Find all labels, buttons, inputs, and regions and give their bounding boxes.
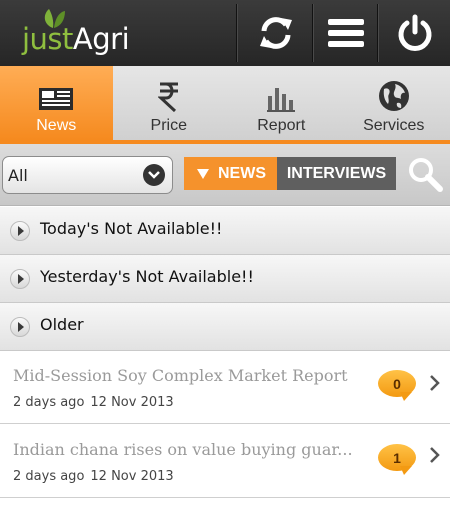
bar-chart-icon — [267, 88, 296, 112]
tab-news[interactable]: News — [0, 66, 113, 140]
logo-text-agri: Agri — [72, 22, 130, 56]
section-today[interactable]: Today's Not Available!! — [0, 207, 450, 255]
power-icon — [398, 14, 432, 51]
article-date: 12 Nov 2013 — [90, 395, 174, 410]
newspaper-icon — [39, 88, 74, 110]
article-meta: 2 days ago 12 Nov 2013 — [13, 469, 174, 484]
speech-bubble-tail — [400, 466, 412, 475]
globe-icon — [378, 81, 409, 111]
tab-label: Services — [363, 117, 425, 134]
refresh-icon — [259, 17, 292, 49]
article-age: 2 days ago — [13, 395, 85, 410]
chevron-right-icon — [430, 447, 440, 463]
category-select[interactable]: All — [2, 156, 173, 194]
app-header: justAgri — [0, 0, 450, 66]
chevron-right-icon — [430, 375, 440, 391]
news-toggle-label: NEWS — [218, 164, 266, 182]
article-item[interactable]: Mid-Session Soy Complex Market Report 2 … — [0, 351, 450, 424]
power-button[interactable] — [380, 0, 450, 66]
section-label: Yesterday's Not Available!! — [40, 267, 254, 286]
expand-arrow-icon — [10, 269, 30, 289]
search-button[interactable] — [408, 157, 444, 193]
comment-count-badge: 0 — [378, 370, 416, 401]
refresh-button[interactable] — [239, 0, 312, 66]
rupee-icon — [157, 82, 178, 112]
section-label: Today's Not Available!! — [40, 219, 223, 238]
tab-report[interactable]: Report — [225, 66, 338, 140]
article-item[interactable]: Indian chana rises on value buying guar.… — [0, 425, 450, 498]
article-meta: 2 days ago 12 Nov 2013 — [13, 395, 174, 410]
header-separator — [377, 4, 379, 62]
article-title: Mid-Session Soy Complex Market Report — [13, 366, 348, 385]
logo-text: justAgri — [22, 22, 130, 56]
article-title: Indian chana rises on value buying guar.… — [13, 440, 353, 459]
logo-text-just: just — [22, 22, 73, 56]
chevron-down-icon — [143, 164, 165, 186]
category-select-value: All — [8, 166, 28, 185]
section-yesterday[interactable]: Yesterday's Not Available!! — [0, 255, 450, 303]
tab-label: Report — [257, 117, 306, 134]
interviews-toggle-label: INTERVIEWS — [286, 164, 387, 182]
menu-button[interactable] — [315, 0, 377, 66]
section-older[interactable]: Older — [0, 303, 450, 351]
article-date: 12 Nov 2013 — [90, 469, 174, 484]
article-age: 2 days ago — [13, 469, 85, 484]
tab-label: Price — [150, 117, 187, 134]
header-separator — [312, 4, 314, 62]
interviews-toggle-button[interactable]: INTERVIEWS — [277, 157, 396, 190]
news-toggle-button[interactable]: NEWS — [184, 157, 277, 190]
tab-label: News — [36, 117, 77, 134]
search-icon — [409, 158, 443, 192]
expand-arrow-icon — [10, 317, 30, 337]
speech-bubble-tail — [400, 392, 412, 401]
expand-arrow-icon — [10, 221, 30, 241]
comment-count-badge: 1 — [378, 444, 416, 475]
triangle-down-icon — [197, 169, 209, 179]
main-tabs: News Price Report Services — [0, 66, 450, 140]
tab-price[interactable]: Price — [113, 66, 226, 140]
menu-icon — [328, 19, 364, 47]
section-label: Older — [40, 315, 84, 334]
tab-services[interactable]: Services — [338, 66, 450, 140]
header-separator — [236, 4, 238, 62]
